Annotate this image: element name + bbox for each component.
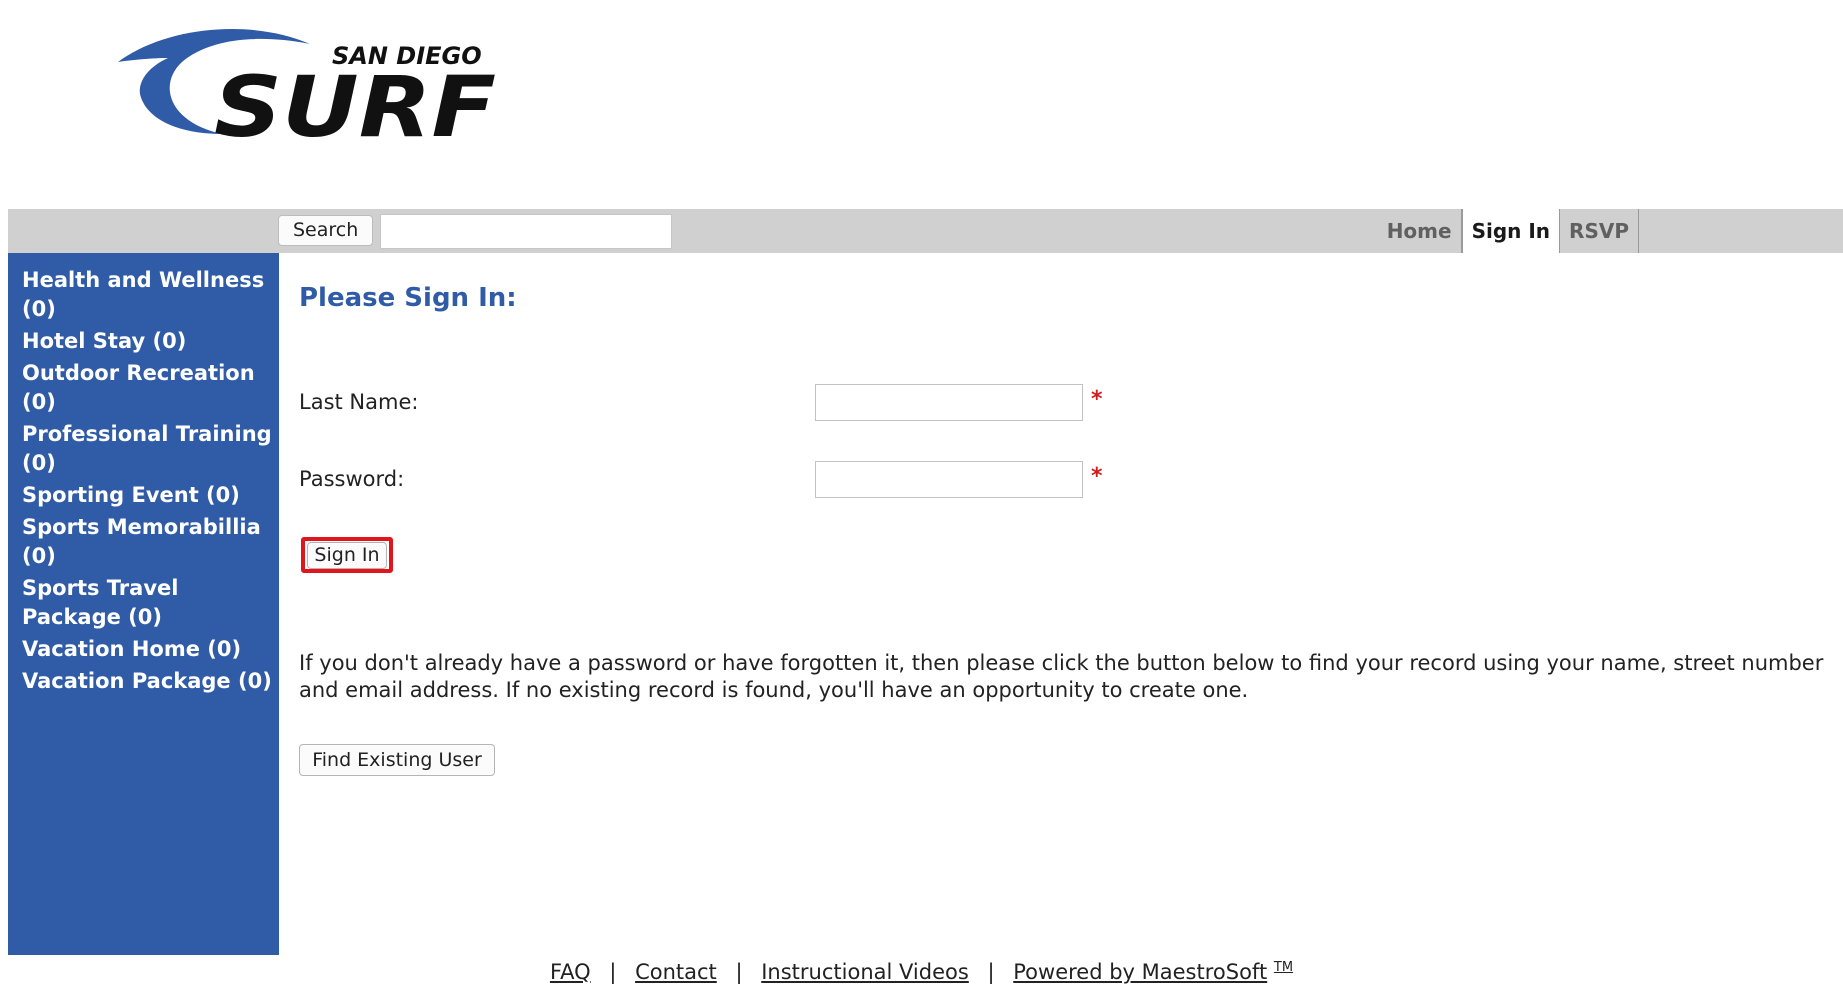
search-input[interactable] [380, 214, 672, 249]
password-field[interactable] [815, 461, 1083, 498]
search-button[interactable]: Search [278, 215, 374, 246]
tab-home[interactable]: Home [1378, 209, 1462, 253]
footer-separator: | [987, 960, 995, 984]
footer-link-powered-by[interactable]: Powered by MaestroSoft [1013, 960, 1267, 984]
password-required-mark: * [1091, 464, 1103, 489]
san-diego-surf-logo[interactable]: SAN DIEGO SURF [110, 22, 500, 157]
footer-separator: | [609, 960, 617, 984]
surf-logo-graphic: SAN DIEGO SURF [118, 29, 496, 156]
last-name-required-mark: * [1091, 387, 1103, 412]
last-name-label: Last Name: [299, 390, 419, 414]
footer-link-instructional-videos[interactable]: Instructional Videos [761, 960, 969, 984]
svg-text:SURF: SURF [214, 58, 496, 156]
footer: FAQ | Contact | Instructional Videos | P… [0, 960, 1843, 984]
sidebar-item-hotel-stay[interactable]: Hotel Stay (0) [22, 327, 274, 356]
footer-separator: | [735, 960, 743, 984]
sidebar-item-vacation-package[interactable]: Vacation Package (0) [22, 667, 274, 696]
trademark-mark: TM [1273, 960, 1294, 975]
footer-link-faq[interactable]: FAQ [550, 960, 591, 984]
sidebar-item-health-and-wellness[interactable]: Health and Wellness (0) [22, 266, 274, 324]
top-navbar: Search Home Sign In RSVP [8, 209, 1843, 253]
sign-in-button[interactable]: Sign In [307, 542, 387, 569]
page-title: Please Sign In: [299, 283, 517, 313]
sidebar-item-sports-memorabilia[interactable]: Sports Memorabillia (0) [22, 513, 274, 571]
password-label: Password: [299, 467, 405, 491]
last-name-field[interactable] [815, 384, 1083, 421]
sidebar-item-sports-travel-package[interactable]: Sports Travel Package (0) [22, 574, 274, 632]
info-text: If you don't already have a password or … [299, 651, 1824, 702]
nav-tabs: Home Sign In RSVP [1378, 209, 1639, 253]
sidebar-item-outdoor-recreation[interactable]: Outdoor Recreation (0) [22, 359, 274, 417]
sidebar-item-vacation-home[interactable]: Vacation Home (0) [22, 635, 274, 664]
category-sidebar: Health and Wellness (0) Hotel Stay (0) O… [8, 253, 279, 955]
sidebar-item-professional-training[interactable]: Professional Training (0) [22, 420, 274, 478]
tab-rsvp[interactable]: RSVP [1560, 209, 1639, 253]
sidebar-item-sporting-event[interactable]: Sporting Event (0) [22, 481, 274, 510]
footer-link-contact[interactable]: Contact [635, 960, 717, 984]
tab-sign-in[interactable]: Sign In [1461, 209, 1561, 253]
find-existing-user-button[interactable]: Find Existing User [299, 744, 495, 776]
